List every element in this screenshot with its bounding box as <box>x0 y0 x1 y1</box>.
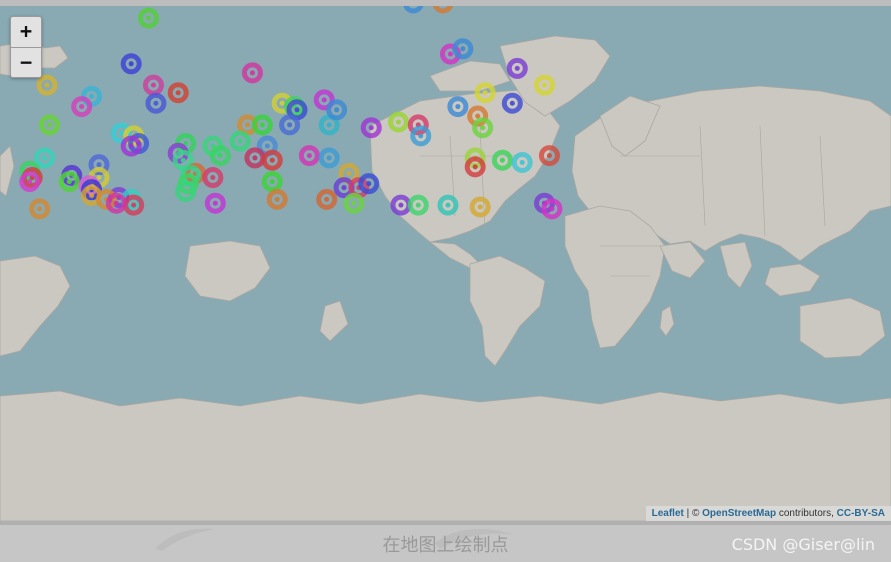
marker-dot[interactable] <box>321 97 327 103</box>
marker-dot[interactable] <box>306 153 312 159</box>
marker-dot[interactable] <box>324 196 330 202</box>
marker-dot[interactable] <box>118 130 124 136</box>
marker-dot[interactable] <box>212 200 218 206</box>
marker-dot[interactable] <box>180 157 186 163</box>
marker-dot[interactable] <box>455 104 461 110</box>
leaflet-link[interactable]: Leaflet <box>652 508 684 519</box>
marker-dot[interactable] <box>549 206 555 212</box>
license-link[interactable]: CC-BY-SA <box>837 508 885 519</box>
marker-dot[interactable] <box>445 202 451 208</box>
osm-link[interactable]: OpenStreetMap <box>702 508 776 519</box>
marker-dot[interactable] <box>245 122 250 128</box>
zoom-out-button[interactable]: − <box>11 48 41 78</box>
marker-dot[interactable] <box>334 107 340 113</box>
marker-dot[interactable] <box>274 196 280 202</box>
marker-dot[interactable] <box>44 82 50 88</box>
marker-dot[interactable] <box>460 46 466 52</box>
marker-dot[interactable] <box>113 200 119 206</box>
marker-dot[interactable] <box>269 157 275 163</box>
marker-dot[interactable] <box>546 153 552 159</box>
map-container[interactable]: + − Leaflet | © OpenStreetMap contributo… <box>0 6 891 521</box>
marker-dot[interactable] <box>128 61 134 67</box>
marker-dot[interactable] <box>368 125 374 131</box>
marker-dot[interactable] <box>514 65 520 71</box>
marker-dot[interactable] <box>249 70 255 76</box>
marker-dot[interactable] <box>326 122 332 128</box>
zoom-control: + − <box>10 16 42 78</box>
marker-dot[interactable] <box>210 175 216 181</box>
marker-dot[interactable] <box>89 93 95 99</box>
marker-dot[interactable] <box>66 179 72 185</box>
marker-ring[interactable] <box>403 6 424 14</box>
marker-dot[interactable] <box>326 155 332 161</box>
marker-dot[interactable] <box>294 107 300 113</box>
marker-dot[interactable] <box>175 90 181 96</box>
marker-dot[interactable] <box>447 51 453 57</box>
marker-dot[interactable] <box>150 82 156 88</box>
marker-dot[interactable] <box>366 181 372 187</box>
marker-dot[interactable] <box>79 104 85 110</box>
marker-dot[interactable] <box>415 202 421 208</box>
attribution-contributors: contributors, <box>776 508 837 519</box>
marker-dot[interactable] <box>482 90 488 96</box>
marker-dot[interactable] <box>341 185 347 191</box>
marker-dot[interactable] <box>183 189 189 195</box>
marker-dot[interactable] <box>509 100 515 106</box>
marker-dot[interactable] <box>259 122 265 128</box>
marker-dot[interactable] <box>395 119 401 125</box>
zoom-in-button[interactable]: + <box>11 17 41 48</box>
marker-dot[interactable] <box>264 143 270 149</box>
marker-dot[interactable] <box>146 15 151 21</box>
marker-dot[interactable] <box>128 143 134 149</box>
marker-dot[interactable] <box>42 155 48 161</box>
marker-ring[interactable] <box>432 6 454 14</box>
marker-dot[interactable] <box>89 193 95 199</box>
marker-dot[interactable] <box>279 100 285 106</box>
map-attribution: Leaflet | © OpenStreetMap contributors, … <box>645 506 891 521</box>
marker-dot[interactable] <box>153 100 159 106</box>
marker-dot[interactable] <box>217 153 223 159</box>
marker-dot[interactable] <box>287 122 293 128</box>
marker-dot[interactable] <box>351 200 357 206</box>
marker-dot[interactable] <box>269 179 275 185</box>
marker-dot[interactable] <box>398 202 404 208</box>
marker-dot[interactable] <box>480 125 486 131</box>
marker-dot[interactable] <box>542 82 547 88</box>
marker-dot[interactable] <box>519 159 525 165</box>
land-layer <box>0 35 891 521</box>
marker-dot[interactable] <box>499 157 505 163</box>
marker-dot[interactable] <box>346 170 352 176</box>
marker-dot[interactable] <box>237 138 243 144</box>
marker-dot[interactable] <box>131 202 137 208</box>
attribution-separator: | © <box>683 508 703 519</box>
marker-dot[interactable] <box>96 162 102 168</box>
watermark: CSDN @Giser@lin <box>731 535 875 554</box>
marker-dot[interactable] <box>252 155 258 161</box>
marker-dot[interactable] <box>37 206 43 212</box>
marker-dot[interactable] <box>418 133 424 139</box>
marker-dot[interactable] <box>472 164 478 170</box>
marker-dot[interactable] <box>27 179 33 185</box>
world-map[interactable] <box>0 6 891 521</box>
marker-dot[interactable] <box>477 204 483 210</box>
marker-dot[interactable] <box>47 122 52 128</box>
